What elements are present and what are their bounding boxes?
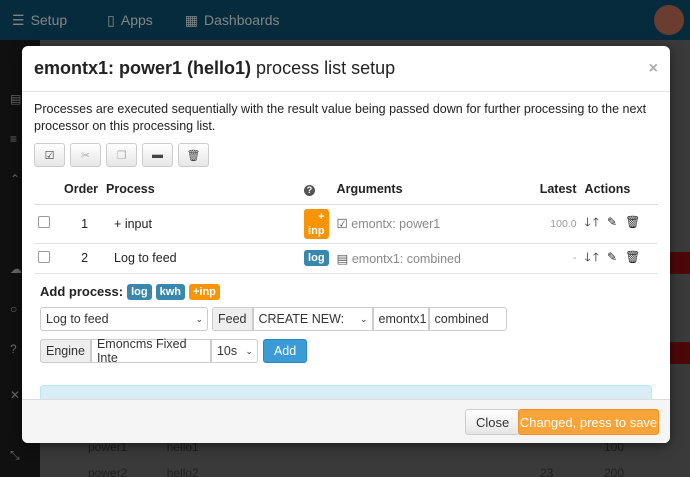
row-actions: 🡓 🡑 ✎ 🗑 [580,204,658,244]
feed-icon: ▤ [336,251,349,266]
header-actions: Actions [580,175,658,205]
row-badge-cell: log [300,243,333,274]
input-icon: ☑ [336,217,348,231]
header-order: Order [60,175,103,205]
header-help: ? [300,175,333,205]
cut-icon: ✂ [80,149,91,162]
add-process-heading: Add process: log kwh +inp [40,283,658,300]
process-table: Order Process ? Arguments Latest Actions… [34,175,658,274]
trash-icon[interactable]: 🗑 [625,215,640,229]
interval-select-value: 10s [216,343,238,358]
row-order: 2 [60,243,103,274]
move-down-icon[interactable]: 🡓 [585,213,591,234]
process-info-box [40,385,652,399]
feed-label: Feed [212,306,253,331]
save-button[interactable]: Changed, press to save [518,409,659,435]
move-up-icon[interactable]: 🡑 [593,213,599,234]
copy-button[interactable]: ❐ [106,143,137,167]
row-badge-cell: + inp [300,204,333,244]
engine-select-value: Emoncms Fixed Inte [96,336,187,365]
chevron-down-icon: ⌄ [245,345,253,356]
modal-footer: Close Changed, press to save [22,399,670,443]
row-argument-cell: ☑ emontx: power1 [332,204,521,244]
row-checkbox[interactable] [38,216,50,228]
process-badge: + inp [304,208,329,239]
add-process-section: Add process: log kwh +inp Log to feed ⌄ … [34,283,658,365]
close-icon[interactable]: × [649,60,658,78]
modal-body: Processes are executed sequentially with… [22,92,670,399]
row-latest: - [520,243,581,274]
row-checkbox[interactable] [38,250,50,263]
engine-label: Engine [40,338,91,363]
description-text: Processes are executed sequentially with… [34,102,647,133]
feed-node-input[interactable]: emontx1 [372,306,429,331]
row-latest: 100.0 [520,204,581,244]
select-all-button[interactable]: ☑ [34,143,65,167]
modal-title-suffix: process list setup [251,58,396,78]
modal-header: emontx1: power1 (hello1) process list se… [22,46,670,92]
header-arguments: Arguments [332,175,521,205]
move-down-icon[interactable]: 🡓 [585,248,591,269]
trash-icon[interactable]: 🗑 [625,250,640,264]
copy-icon: ❐ [116,149,127,162]
row-argument-cell: ▤ emontx1: combined [332,243,521,274]
modal-title: emontx1: power1 (hello1) process list se… [34,58,395,79]
process-toolbar: ☑ ✂ ❐ ▬ 🗑 [34,143,658,167]
row-select-cell [34,204,60,244]
row-process: Log to feed [102,243,301,274]
header-select [34,175,60,205]
select-all-icon: ☑ [44,149,55,162]
delete-icon: 🗑 [186,149,201,162]
cut-button[interactable]: ✂ [70,143,101,167]
delete-button[interactable]: 🗑 [178,143,209,167]
paste-icon: ▬ [152,149,163,161]
filter-badge-log[interactable]: log [127,283,152,300]
table-row: 1 + input + inp ☑ emontx: power1 100.0 🡓… [34,204,658,244]
row-select-cell [34,243,60,274]
add-process-label: Add process: [40,284,124,299]
filter-badge-kwh[interactable]: kwh [155,283,185,300]
feed-select[interactable]: CREATE NEW: ⌄ [252,306,373,331]
question-icon[interactable]: ? [304,185,316,197]
table-header-row: Order Process ? Arguments Latest Actions [34,175,658,205]
filter-badge-inp[interactable]: +inp [188,283,220,300]
table-row: 2 Log to feed log ▤ emontx1: combined - … [34,243,658,274]
process-select[interactable]: Log to feed ⌄ [40,306,208,331]
edit-icon[interactable]: ✎ [607,215,617,229]
row-process: + input [102,204,301,244]
header-latest: Latest [520,175,581,205]
row-argument: emontx: power1 [351,217,441,231]
chevron-down-icon: ⌄ [359,313,368,324]
process-select-row: Log to feed ⌄ Feed CREATE NEW: ⌄ emontx1… [40,306,658,331]
close-button[interactable]: Close [465,409,521,435]
add-button[interactable]: Add [262,338,308,363]
process-list-modal: emontx1: power1 (hello1) process list se… [22,46,670,443]
row-argument: emontx1: combined [351,251,461,266]
row-order: 1 [60,204,103,244]
process-select-value: Log to feed [46,311,109,326]
header-process: Process [102,175,301,205]
interval-select[interactable]: 10s ⌄ [210,338,258,363]
row-actions: 🡓 🡑 ✎ 🗑 [580,243,658,274]
feed-select-value: CREATE NEW: [258,311,345,326]
engine-row: Engine Emoncms Fixed Inte 10s ⌄ Add [40,336,658,365]
chevron-down-icon: ⌄ [195,313,203,324]
modal-title-feed: emontx1: power1 (hello1) [34,58,252,78]
move-up-icon[interactable]: 🡑 [593,248,599,269]
engine-select[interactable]: Emoncms Fixed Inte [90,336,211,365]
edit-icon[interactable]: ✎ [607,250,617,264]
process-badge: log [304,250,329,266]
paste-button[interactable]: ▬ [142,143,173,167]
feed-name-input[interactable]: combined [428,306,507,331]
